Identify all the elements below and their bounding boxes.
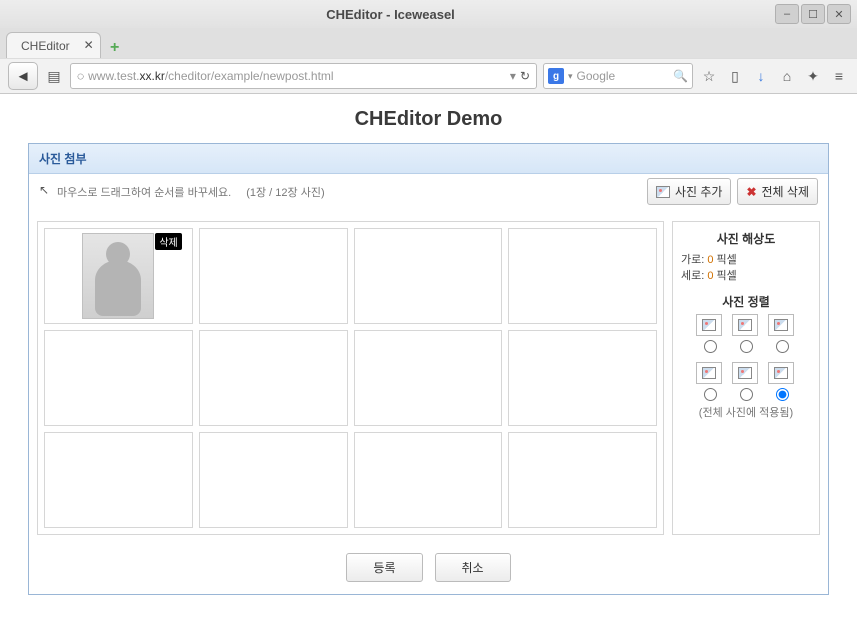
globe-icon: ◌: [77, 69, 84, 83]
reload-icon[interactable]: ↻: [520, 69, 530, 83]
addon-icon[interactable]: ✦: [803, 66, 823, 86]
cancel-button[interactable]: 취소: [435, 553, 511, 582]
search-placeholder: Google: [577, 69, 670, 83]
star-icon[interactable]: ☆: [699, 66, 719, 86]
browser-tabbar: CHEditor ✕ +: [0, 28, 857, 58]
delete-icon: ✖: [746, 185, 756, 199]
side-panel: 사진 해상도 가로: 0 픽셀 세로: 0 픽셀 사진 정: [672, 221, 820, 535]
submit-button[interactable]: 등록: [346, 553, 422, 582]
url-bar[interactable]: ◌ www.test.xx.kr/cheditor/example/newpos…: [70, 63, 537, 89]
browser-tab[interactable]: CHEditor ✕: [6, 32, 101, 58]
attach-panel: 사진 첨부 마우스로 드래그하여 순서를 바꾸세요. (1장 / 12장 사진)…: [28, 143, 829, 595]
photo-slot[interactable]: [354, 330, 503, 426]
photo-slot[interactable]: [44, 330, 193, 426]
home-icon[interactable]: ⌂: [777, 66, 797, 86]
align-radio-6[interactable]: [776, 388, 789, 401]
delete-photo-badge[interactable]: 삭제: [155, 233, 181, 250]
photo-slot[interactable]: [508, 228, 657, 324]
menu-icon[interactable]: ≡: [829, 66, 849, 86]
photo-slot[interactable]: [508, 330, 657, 426]
photo-grid: 삭제: [37, 221, 664, 535]
align-option-4[interactable]: [696, 362, 722, 384]
align-radio-3[interactable]: [776, 340, 789, 353]
maximize-button[interactable]: ☐: [801, 4, 825, 24]
new-tab-button[interactable]: +: [105, 38, 125, 58]
url-text: www.test.xx.kr/cheditor/example/newpost.…: [88, 69, 333, 83]
align-option-6[interactable]: [768, 362, 794, 384]
align-option-1[interactable]: [696, 314, 722, 336]
resolution-title: 사진 해상도: [681, 230, 811, 247]
photo-slot[interactable]: [199, 432, 348, 528]
minimize-button[interactable]: –: [775, 4, 799, 24]
align-radio-1[interactable]: [704, 340, 717, 353]
window-title: CHEditor - Iceweasel: [6, 7, 775, 22]
window-titlebar: CHEditor - Iceweasel – ☐ ✕: [0, 0, 857, 28]
back-button[interactable]: ◄: [8, 62, 38, 90]
photo-slot[interactable]: [508, 432, 657, 528]
photo-slot[interactable]: [199, 330, 348, 426]
align-title: 사진 정렬: [681, 293, 811, 310]
width-row: 가로: 0 픽셀: [681, 251, 811, 267]
apply-note: (전체 사진에 적용됨): [681, 404, 811, 420]
search-engine-icon: g: [548, 68, 564, 84]
photo-slot[interactable]: 삭제: [44, 228, 193, 324]
photo-slot[interactable]: [354, 228, 503, 324]
height-row: 세로: 0 픽셀: [681, 267, 811, 283]
cursor-icon: [39, 185, 51, 199]
panel-header: 사진 첨부: [29, 144, 828, 174]
page-content: CHEditor Demo 사진 첨부 마우스로 드래그하여 순서를 바꾸세요.…: [0, 94, 857, 623]
align-radio-5[interactable]: [740, 388, 753, 401]
reader-icon[interactable]: ▯: [725, 66, 745, 86]
dropdown-icon[interactable]: ▾: [510, 69, 516, 83]
search-icon[interactable]: 🔍: [673, 69, 688, 83]
add-photo-button[interactable]: 사진 추가: [647, 178, 732, 205]
align-radio-2[interactable]: [740, 340, 753, 353]
book-icon[interactable]: ▤: [44, 66, 64, 86]
close-tab-icon[interactable]: ✕: [84, 38, 94, 52]
photo-icon: [656, 186, 670, 198]
align-radio-4[interactable]: [704, 388, 717, 401]
photo-thumbnail: [82, 233, 154, 319]
close-window-button[interactable]: ✕: [827, 4, 851, 24]
photo-slot[interactable]: [44, 432, 193, 528]
align-option-3[interactable]: [768, 314, 794, 336]
search-box[interactable]: g ▾ Google 🔍: [543, 63, 693, 89]
photo-slot[interactable]: [354, 432, 503, 528]
browser-toolbar: ◄ ▤ ◌ www.test.xx.kr/cheditor/example/ne…: [0, 58, 857, 94]
tab-label: CHEditor: [21, 39, 70, 53]
page-title: CHEditor Demo: [28, 108, 829, 131]
delete-all-button[interactable]: ✖ 전체 삭제: [737, 178, 818, 205]
photo-slot[interactable]: [199, 228, 348, 324]
chevron-down-icon[interactable]: ▾: [568, 71, 573, 82]
download-icon[interactable]: ↓: [751, 66, 771, 86]
drag-tip: 마우스로 드래그하여 순서를 바꾸세요. (1장 / 12장 사진): [39, 184, 325, 200]
align-option-2[interactable]: [732, 314, 758, 336]
align-option-5[interactable]: [732, 362, 758, 384]
